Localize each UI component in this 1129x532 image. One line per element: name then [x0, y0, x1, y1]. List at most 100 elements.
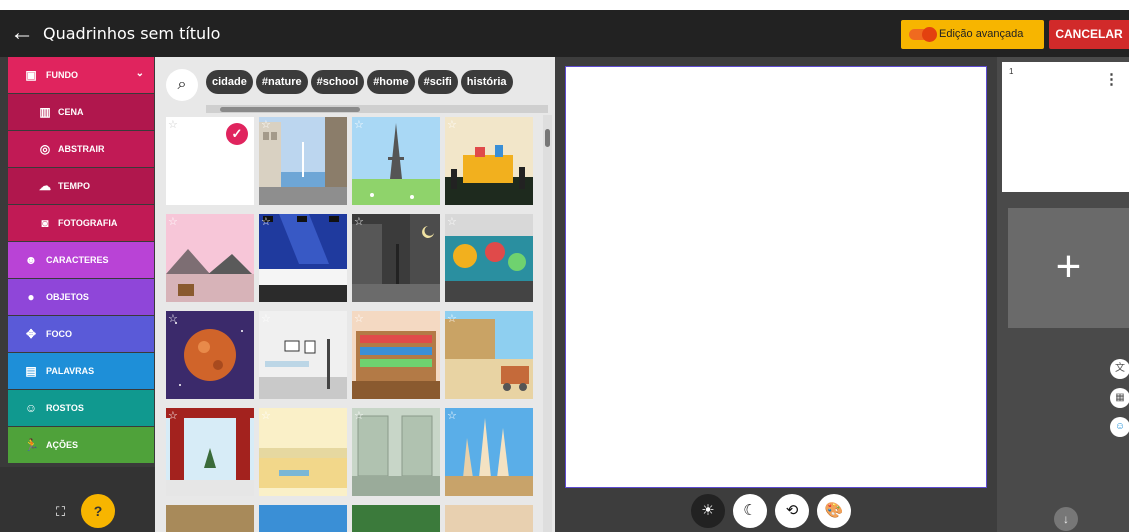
arrow-down-icon[interactable]: ↓ — [1054, 507, 1078, 531]
gallery-scrollbar[interactable] — [543, 115, 552, 532]
scrollbar-thumb[interactable] — [545, 129, 550, 147]
background-tile-night-alley[interactable]: ☆ — [352, 214, 440, 302]
star-icon[interactable]: ☆ — [261, 409, 271, 422]
star-icon[interactable]: ☆ — [354, 118, 364, 131]
background-tile-colosseum[interactable]: ☆ — [445, 311, 533, 399]
panel-thumbnail[interactable]: 1 ⋮ — [1002, 62, 1129, 192]
background-tile-partial-1[interactable] — [166, 505, 254, 532]
history-button[interactable]: ⟲ — [775, 494, 809, 528]
tag-chip[interactable]: história — [460, 70, 513, 94]
background-gallery: ⌕ cidade #nature #school #home #scifi históri… — [155, 57, 555, 532]
focus-icon: ✥ — [25, 327, 37, 341]
camera-icon: ◙ — [41, 216, 49, 230]
panel-number: 1 — [1009, 67, 1014, 76]
temple-image — [166, 408, 254, 496]
search-icon[interactable]: ⌕ — [166, 69, 198, 101]
comic-title[interactable]: Quadrinhos sem título — [43, 24, 220, 43]
cancel-button[interactable]: CANCELAR — [1049, 20, 1129, 49]
toggle-switch[interactable] — [909, 27, 937, 42]
sidebar-footer: ⛶ ? — [0, 467, 155, 532]
library-image — [352, 311, 440, 399]
background-tile-library[interactable]: ☆ — [352, 311, 440, 399]
add-panel-button[interactable]: + — [1008, 208, 1129, 328]
tag-chip[interactable]: #scifi — [417, 70, 458, 94]
advanced-edit-toggle[interactable]: Edição avançada — [901, 20, 1044, 49]
clinic-image — [259, 311, 347, 399]
tag-chip[interactable]: #nature — [255, 70, 308, 94]
sidebar-item-abstrair[interactable]: ◎ ABSTRAIR — [8, 131, 154, 167]
background-tile-mountains[interactable]: ☆ — [166, 214, 254, 302]
speech-icon: ▤ — [25, 364, 37, 378]
star-icon[interactable]: ☆ — [447, 118, 457, 131]
sidebar-item-foco[interactable]: ✥ FOCO — [8, 316, 154, 352]
scrollbar-thumb[interactable] — [220, 107, 360, 112]
background-tile-eiffel[interactable]: ☆ — [352, 117, 440, 205]
background-tile-clinic[interactable]: ☆ — [259, 311, 347, 399]
sidebar-item-fundo[interactable]: ▣ FUNDO ⌄ — [8, 57, 154, 93]
back-arrow-icon[interactable]: ← — [10, 21, 34, 45]
comic-canvas[interactable] — [565, 66, 987, 488]
tag-chip[interactable]: cidade — [206, 70, 253, 94]
grid-icon[interactable]: ▦ — [1110, 388, 1129, 408]
image-icon: ▣ — [25, 68, 37, 82]
star-icon[interactable]: ☆ — [261, 118, 271, 131]
star-icon[interactable]: ☆ — [447, 312, 457, 325]
sidebar-item-tempo[interactable]: ☁ TEMPO — [8, 168, 154, 204]
background-tile-city-street[interactable]: ☆ — [259, 117, 347, 205]
advanced-edit-label: Edição avançada — [939, 28, 1024, 40]
background-tile-stage[interactable]: ☆ — [259, 214, 347, 302]
background-tile-planet[interactable]: ☆ — [166, 311, 254, 399]
sidebar-item-label: AÇÕES — [46, 440, 79, 450]
chevron-down-icon: ⌄ — [135, 68, 144, 79]
dark-mode-button[interactable]: ☾ — [733, 494, 767, 528]
background-tile-beach[interactable]: ☆ — [259, 408, 347, 496]
background-tile-graffiti[interactable]: ☆ — [445, 214, 533, 302]
app-window: ← Quadrinhos sem título Edição avançada … — [0, 10, 1129, 532]
check-icon: ✓ — [226, 123, 248, 145]
character-face-icon[interactable]: ☺ — [1110, 417, 1129, 437]
colosseum-image — [445, 311, 533, 399]
star-icon[interactable]: ☆ — [447, 215, 457, 228]
star-icon[interactable]: ☆ — [261, 215, 271, 228]
sidebar-item-caracteres[interactable]: ☻ CARACTERES — [8, 242, 154, 278]
background-tile-partial-2[interactable] — [259, 505, 347, 532]
star-icon[interactable]: ☆ — [168, 312, 178, 325]
background-tile-partial-4[interactable] — [445, 505, 533, 532]
fullscreen-icon[interactable]: ⛶ — [56, 504, 65, 520]
sidebar-item-fotografia[interactable]: ◙ FOTOGRAFIA — [8, 205, 154, 241]
background-tile-blank[interactable]: ☆ ✓ — [166, 117, 254, 205]
tag-list: cidade #nature #school #home #scifi história — [206, 70, 516, 94]
star-icon[interactable]: ☆ — [354, 409, 364, 422]
sidebar-item-cena[interactable]: ▥ CENA — [8, 94, 154, 130]
background-tile-futuristic-city[interactable]: ☆ — [445, 408, 533, 496]
star-icon[interactable]: ☆ — [354, 312, 364, 325]
sidebar-item-objetos[interactable]: ● OBJETOS — [8, 279, 154, 315]
sidebar-item-rostos[interactable]: ☺ ROSTOS — [8, 390, 154, 426]
background-tile-partial-3[interactable] — [352, 505, 440, 532]
more-vertical-icon[interactable]: ⋮ — [1104, 70, 1119, 88]
sidebar-item-acoes[interactable]: 🏃 AÇÕES — [8, 427, 154, 463]
star-icon[interactable]: ☆ — [447, 409, 457, 422]
palette-button[interactable]: 🎨 — [817, 494, 851, 528]
beach-image — [259, 408, 347, 496]
star-icon[interactable]: ☆ — [168, 409, 178, 422]
tags-scrollbar[interactable] — [206, 105, 548, 113]
object-icon: ● — [27, 290, 35, 304]
interior-image — [352, 408, 440, 496]
tag-chip[interactable]: #school — [310, 70, 365, 94]
category-sidebar: ▣ FUNDO ⌄ ▥ CENA ◎ ABSTRAIR ☁ TEMPO ◙ FO… — [0, 57, 155, 532]
star-icon[interactable]: ☆ — [261, 312, 271, 325]
star-icon[interactable]: ☆ — [354, 215, 364, 228]
background-tile-temple[interactable]: ☆ — [166, 408, 254, 496]
tag-chip[interactable]: #home — [367, 70, 415, 94]
help-button[interactable]: ? — [81, 494, 115, 528]
background-tile-playground[interactable]: ☆ — [445, 117, 533, 205]
background-tile-interior[interactable]: ☆ — [352, 408, 440, 496]
star-icon[interactable]: ☆ — [168, 215, 178, 228]
star-icon[interactable]: ☆ — [168, 118, 178, 131]
translate-icon[interactable]: 文 — [1110, 359, 1129, 379]
sidebar-item-palavras[interactable]: ▤ PALAVRAS — [8, 353, 154, 389]
sidebar-item-label: FOCO — [46, 329, 72, 339]
sidebar-item-label: TEMPO — [58, 181, 91, 191]
light-mode-button[interactable]: ☀ — [691, 494, 725, 528]
